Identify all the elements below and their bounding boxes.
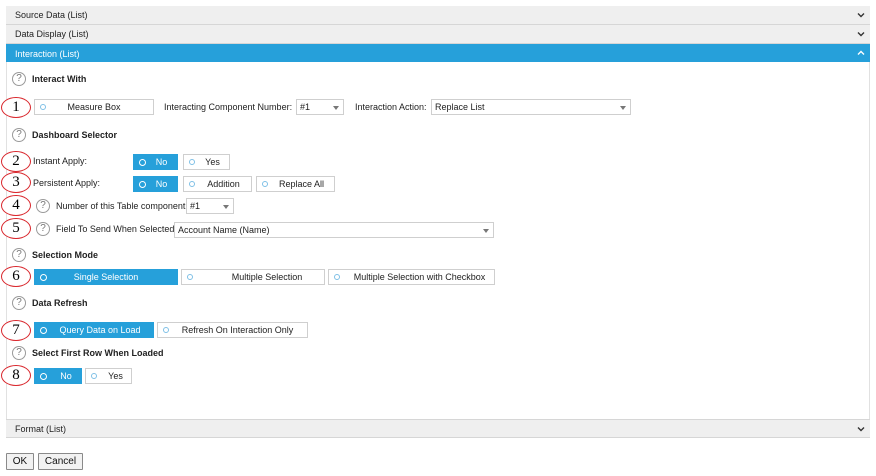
persistent-apply-no-label: No (155, 179, 168, 189)
measure-box-label: Measure Box (67, 102, 121, 112)
radio-icon (189, 181, 195, 187)
interaction-action-label: Interaction Action: (355, 102, 427, 112)
section-interact-with: Interact With (32, 74, 87, 84)
data-refresh-query-on-load[interactable]: Query Data on Load (34, 322, 154, 338)
select-first-row-no[interactable]: No (34, 368, 82, 384)
instant-apply-no[interactable]: No (133, 154, 178, 170)
persistent-apply-replace-all[interactable]: Replace All (256, 176, 335, 192)
table-component-select[interactable]: #1 (186, 198, 234, 214)
ok-button[interactable]: OK (6, 453, 34, 470)
field-to-send-select[interactable]: Account Name (Name) (174, 222, 494, 238)
instant-apply-yes[interactable]: Yes (183, 154, 230, 170)
interaction-panel (6, 62, 870, 419)
interaction-action-select[interactable]: Replace List (431, 99, 631, 115)
accordion-data-display-label: Data Display (List) (15, 29, 89, 39)
persistent-apply-addition-label: Addition (207, 179, 240, 189)
data-refresh-on-interaction[interactable]: Refresh On Interaction Only (157, 322, 308, 338)
accordion-format-label: Format (List) (15, 423, 67, 434)
accordion-format[interactable]: Format (List) (6, 419, 870, 438)
chevron-down-icon (857, 32, 865, 37)
field-to-send-label: Field To Send When Selected (56, 224, 175, 234)
field-to-send-value: Account Name (Name) (178, 225, 270, 235)
select-first-row-yes-label: Yes (108, 371, 123, 381)
annotation-2: 2 (1, 151, 31, 172)
instant-apply-no-label: No (155, 157, 168, 167)
radio-icon (139, 180, 146, 188)
help-icon[interactable]: ? (12, 346, 26, 360)
dropdown-arrow-icon (333, 106, 339, 110)
data-refresh-on-interaction-label: Refresh On Interaction Only (181, 325, 294, 335)
section-dashboard-selector: Dashboard Selector (32, 130, 118, 140)
select-first-row-yes[interactable]: Yes (85, 368, 132, 384)
radio-icon (163, 327, 169, 333)
annotation-8: 8 (1, 365, 31, 386)
table-component-label: Number of this Table component (56, 201, 186, 211)
radio-icon (334, 274, 340, 280)
help-icon[interactable]: ? (12, 72, 26, 86)
section-select-first-row: Select First Row When Loaded (32, 348, 164, 358)
interaction-action-value: Replace List (435, 102, 485, 112)
persistent-apply-no[interactable]: No (133, 176, 178, 192)
data-refresh-query-on-load-label: Query Data on Load (59, 325, 141, 335)
accordion-source-data[interactable]: Source Data (List) (6, 6, 870, 25)
select-first-row-no-label: No (60, 371, 72, 381)
instant-apply-yes-label: Yes (205, 157, 220, 167)
section-data-refresh: Data Refresh (32, 298, 88, 308)
annotation-6: 6 (1, 266, 31, 287)
annotation-1: 1 (1, 97, 31, 118)
help-icon[interactable]: ? (36, 199, 50, 213)
help-icon[interactable]: ? (12, 128, 26, 142)
radio-icon (40, 273, 47, 281)
selection-mode-single[interactable]: Single Selection (34, 269, 178, 285)
section-selection-mode: Selection Mode (32, 250, 99, 260)
measure-box-button[interactable]: Measure Box (34, 99, 154, 115)
radio-icon (262, 181, 268, 187)
dropdown-arrow-icon (620, 106, 626, 110)
selection-mode-multiple-checkbox-label: Multiple Selection with Checkbox (353, 272, 486, 282)
annotation-3: 3 (1, 172, 31, 193)
selection-mode-multiple-label: Multiple Selection (231, 272, 303, 282)
accordion-interaction-label: Interaction (List) (15, 48, 80, 59)
radio-icon (187, 274, 193, 280)
component-number-select[interactable]: #1 (296, 99, 344, 115)
accordion-interaction[interactable]: Interaction (List) (6, 44, 870, 63)
dropdown-arrow-icon (483, 229, 489, 233)
annotation-7: 7 (1, 320, 31, 341)
accordion-data-display[interactable]: Data Display (List) (6, 25, 870, 44)
selection-mode-multiple[interactable]: Multiple Selection (181, 269, 325, 285)
help-icon[interactable]: ? (12, 296, 26, 310)
help-icon[interactable]: ? (12, 248, 26, 262)
component-number-value: #1 (300, 102, 311, 112)
chevron-down-icon (857, 13, 865, 18)
persistent-apply-replace-all-label: Replace All (278, 179, 325, 189)
radio-icon (91, 373, 97, 379)
chevron-down-icon (857, 427, 865, 432)
annotation-4: 4 (1, 195, 31, 216)
help-icon[interactable]: ? (36, 222, 50, 236)
chevron-up-icon (857, 50, 865, 55)
radio-icon (40, 326, 47, 334)
table-component-value: #1 (190, 201, 201, 211)
accordion-source-data-label: Source Data (List) (15, 10, 88, 20)
instant-apply-label: Instant Apply: (33, 156, 88, 166)
persistent-apply-addition[interactable]: Addition (183, 176, 252, 192)
persistent-apply-label: Persistent Apply: (33, 178, 101, 188)
component-number-label: Interacting Component Number: (164, 102, 293, 112)
selection-mode-single-label: Single Selection (73, 272, 139, 282)
radio-icon (139, 158, 146, 166)
radio-icon (189, 159, 195, 165)
radio-icon (40, 372, 47, 380)
annotation-5: 5 (1, 218, 31, 239)
dropdown-arrow-icon (223, 205, 229, 209)
selection-mode-multiple-checkbox[interactable]: Multiple Selection with Checkbox (328, 269, 495, 285)
cancel-button[interactable]: Cancel (38, 453, 83, 470)
radio-icon (40, 104, 46, 110)
